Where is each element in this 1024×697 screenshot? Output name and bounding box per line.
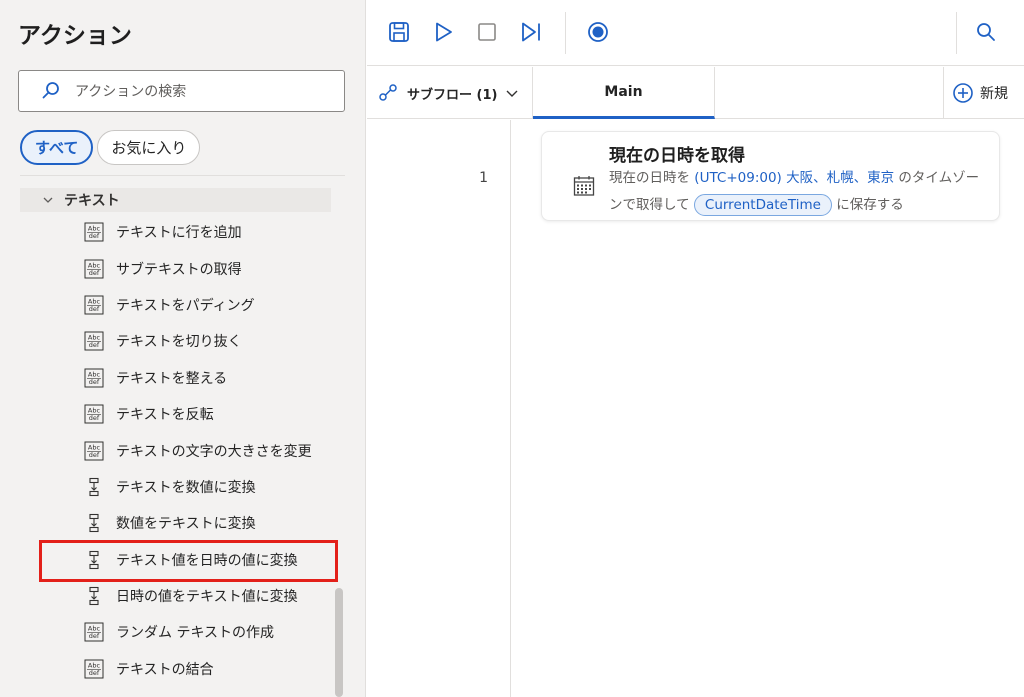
action-item[interactable]: Abc def テキストを整える [0,360,340,396]
action-item-label: テキストを整える [116,370,228,387]
subflow-dropdown[interactable]: サブフロー (1) [367,67,533,119]
action-search-input[interactable]: アクションの検索 [18,70,345,112]
abc-def-icon: Abc def [84,441,116,461]
group-text-label: テキスト [64,193,120,209]
filter-all-chip[interactable]: すべて [20,130,94,165]
scrollbar-thumb[interactable] [335,588,343,697]
action-item-label: 日時の値をテキスト値に変換 [116,589,298,606]
svg-text:def: def [89,305,100,313]
subflow-label: サブフロー (1) [407,87,498,103]
run-next-icon[interactable] [519,20,543,44]
action-item-label: テキストを反転 [116,407,214,424]
action-item-label: サブテキストの取得 [116,261,242,278]
svg-text:def: def [89,669,100,677]
divider [20,175,345,176]
search-icon[interactable] [974,20,998,44]
highlight-box [39,540,338,582]
chevron-down-icon [506,90,518,97]
abc-def-icon: Abc def [84,295,116,315]
abc-def-icon: Abc def [84,404,116,424]
action-item-label: テキストに行を追加 [116,225,242,242]
svg-text:def: def [89,414,100,422]
line-number: 1 [479,170,488,186]
svg-text:def: def [89,632,100,640]
variable-pill[interactable]: CurrentDateTime [693,194,832,216]
group-text-header[interactable]: テキスト [20,188,331,212]
svg-text:def: def [89,341,100,349]
flow-step-card[interactable]: 現在の日時を取得 現在の日時を (UTC+09:00) 大阪、札幌、東京 のタイ… [541,131,1000,221]
flow-tabs: サブフロー (1) Main 新規 [367,67,1024,119]
subflow-icon [379,84,397,101]
tab-main[interactable]: Main [533,67,715,119]
search-placeholder: アクションの検索 [75,84,187,100]
action-item[interactable]: Abc def ランダム テキストの作成 [0,614,340,650]
action-item-label: 数値をテキストに変換 [116,516,256,533]
add-icon [953,83,973,103]
search-icon [42,82,59,99]
action-item[interactable]: 数値をテキストに変換 [0,505,340,541]
action-item[interactable]: Abc def テキストの文字の大きさを変更 [0,432,340,468]
toolbar-separator [956,12,957,54]
action-item[interactable]: Abc def テキストの結合 [0,651,340,687]
action-list: Abc def テキストに行を追加 Abc def サブテキストの取得 Abc def テキスト… [0,214,340,687]
run-icon[interactable] [431,20,455,44]
action-item[interactable]: Abc def テキストを反転 [0,396,340,432]
flow-canvas: 1 現在の日時を取得 現在の日時を (UTC+09:00) 大阪、札幌、東京 の… [367,120,1024,697]
step-description: 現在の日時を (UTC+09:00) 大阪、札幌、東京 のタイムゾーンで取得して… [609,165,989,219]
action-item[interactable]: 日時の値をテキスト値に変換 [0,578,340,614]
new-tab-button[interactable]: 新規 [943,67,1024,119]
filter-chips: すべて お気に入り [20,130,201,165]
svg-text:def: def [89,378,100,386]
action-item[interactable]: Abc def テキストを切り抜く [0,323,340,359]
svg-text:def: def [89,451,100,459]
abc-def-icon: Abc def [84,659,116,679]
action-item-label: テキストの文字の大きさを変更 [116,443,312,460]
filter-favorites-chip[interactable]: お気に入り [97,130,201,165]
abc-def-icon: Abc def [84,368,116,388]
calendar-icon [573,176,595,196]
convert-icon [84,586,116,606]
line-gutter: 1 [367,120,511,697]
step-title: 現在の日時を取得 [609,146,745,166]
save-icon[interactable] [387,20,411,44]
action-item[interactable]: Abc def テキストに行を追加 [0,214,340,250]
action-item[interactable]: テキストを数値に変換 [0,469,340,505]
action-item-label: テキストの結合 [116,661,214,678]
action-item-label: テキストを数値に変換 [116,479,256,496]
step-desc-suffix: に保存する [831,197,904,213]
designer-toolbar [367,0,1024,66]
action-item[interactable]: Abc def テキストをパディング [0,287,340,323]
step-desc-prefix: 現在の日時を [609,170,695,186]
convert-icon [84,513,116,533]
svg-text:def: def [89,232,100,240]
actions-pane-title: アクション [18,23,132,49]
abc-def-icon: Abc def [84,622,116,642]
action-item-label: テキストをパディング [116,297,255,314]
abc-def-icon: Abc def [84,331,116,351]
abc-def-icon: Abc def [84,259,116,279]
abc-def-icon: Abc def [84,222,116,242]
actions-pane: アクション アクションの検索 すべて お気に入り テキスト Abc def テキスト… [0,0,366,697]
action-item-label: ランダム テキストの作成 [116,625,275,642]
action-item-label: テキストを切り抜く [116,334,242,351]
toolbar-separator [565,12,566,54]
record-icon[interactable] [586,20,610,44]
chevron-down-icon [43,197,53,203]
new-tab-label: 新規 [980,86,1008,102]
convert-icon [84,477,116,497]
stop-icon[interactable] [475,20,499,44]
action-item[interactable]: Abc def サブテキストの取得 [0,250,340,286]
timezone-value: (UTC+09:00) 大阪、札幌、東京 [694,170,895,186]
svg-text:def: def [89,269,100,277]
